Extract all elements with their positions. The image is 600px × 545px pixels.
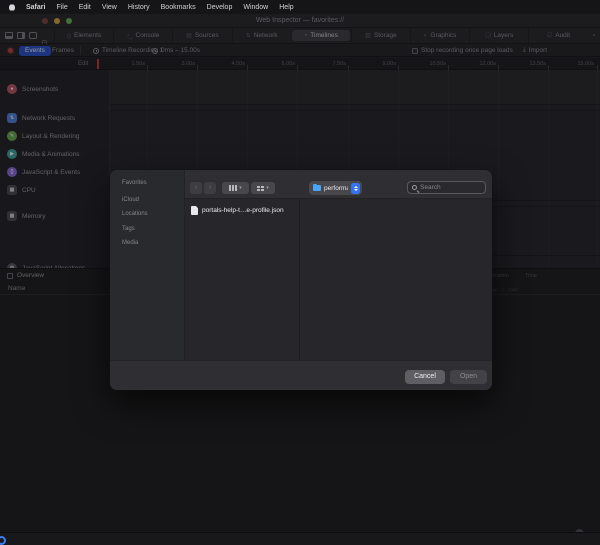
file-item[interactable]: portals-help-t…e-profile.json [191,206,284,215]
menu-item-develop[interactable]: Develop [207,4,233,11]
group-view-button[interactable]: ▾ [251,182,275,194]
screen: Safari File Edit View History Bookmarks … [0,0,600,545]
cancel-button[interactable]: Cancel [405,370,445,384]
dialog-sidebar: Favorites iCloud Locations Tags Media [110,170,185,360]
column-divider [299,199,300,360]
menu-item-help[interactable]: Help [279,4,293,11]
folder-icon [313,185,321,191]
dialog-button-bar: Cancel Open [110,360,492,390]
menu-item-view[interactable]: View [102,4,117,11]
background-window-edge [0,532,600,545]
grid-view-icon [257,186,264,191]
current-folder-label: performance [324,185,348,192]
column-view-icon [229,185,237,191]
folder-popup-button[interactable]: performance [309,181,362,195]
menu-item-window[interactable]: Window [243,4,268,11]
chevron-down-icon: ▾ [266,185,269,191]
open-button[interactable]: Open [450,370,487,384]
document-icon [191,206,198,215]
file-name: portals-help-t…e-profile.json [202,207,284,214]
dialog-toolbar: ‹ › ▾ ▾ performance [185,170,492,198]
forward-button[interactable]: › [204,182,216,194]
menu-item-safari[interactable]: Safari [26,4,45,11]
chevron-down-icon: ▾ [239,185,242,191]
sidebar-section-tags[interactable]: Tags [122,226,135,232]
menu-item-file[interactable]: File [56,4,67,11]
menu-item-edit[interactable]: Edit [79,4,91,11]
search-icon [412,185,417,190]
apple-logo-icon[interactable] [9,4,15,11]
popup-arrows-icon [351,183,360,194]
sidebar-section-media[interactable]: Media [122,240,138,246]
menu-bar: Safari File Edit View History Bookmarks … [0,0,600,14]
menu-item-history[interactable]: History [128,4,150,11]
open-file-dialog: Favorites iCloud Locations Tags Media ‹ … [110,170,492,390]
column-view-button[interactable]: ▾ [222,182,249,194]
search-input[interactable] [420,184,481,191]
menu-item-bookmarks[interactable]: Bookmarks [161,4,196,11]
search-field[interactable] [407,181,486,194]
link-badge-icon [0,536,6,545]
back-button[interactable]: ‹ [190,182,202,194]
sidebar-section-favorites[interactable]: Favorites [122,180,147,186]
sidebar-section-icloud[interactable]: iCloud [122,197,139,203]
sidebar-section-locations[interactable]: Locations [122,211,148,217]
file-browser[interactable]: portals-help-t…e-profile.json [185,198,492,360]
